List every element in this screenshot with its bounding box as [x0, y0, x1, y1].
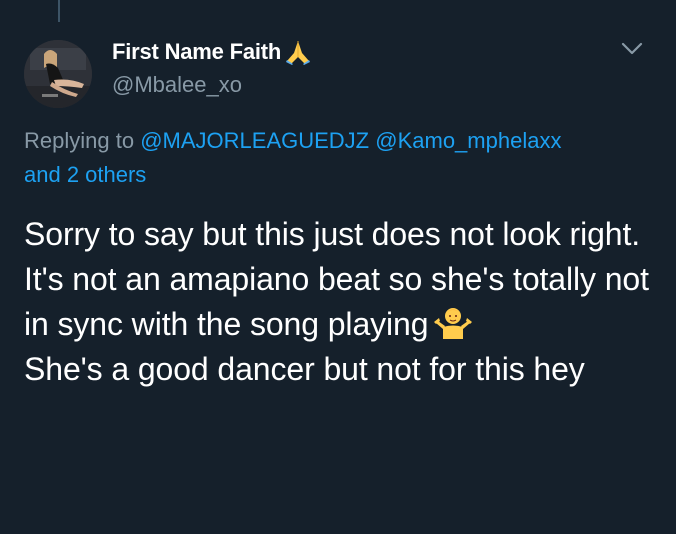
- person-shrugging-icon: [434, 305, 473, 341]
- thread-connector-line: [58, 0, 60, 22]
- tweet-text-paragraph-1: Sorry to say but this just does not look…: [24, 212, 664, 347]
- mention-link-majorleaguedjz[interactable]: @MAJORLEAGUEDJZ: [140, 128, 369, 153]
- avatar[interactable]: [24, 40, 92, 108]
- replying-to-line: Replying to @MAJORLEAGUEDJZ @Kamo_mphela…: [24, 124, 664, 192]
- tweet-text: Sorry to say but this just does not look…: [24, 212, 664, 392]
- user-handle[interactable]: @Mbalee_xo: [112, 72, 242, 98]
- mention-link-kamo-mphelaxx[interactable]: @Kamo_mphelaxx: [375, 128, 561, 153]
- folded-hands-icon: [283, 37, 313, 67]
- chevron-down-icon[interactable]: [620, 38, 644, 58]
- tweet-text-paragraph-2: She's a good dancer but not for this hey: [24, 351, 585, 387]
- display-name[interactable]: First Name Faith: [112, 39, 281, 65]
- avatar-image: [24, 40, 92, 108]
- display-name-row: First Name Faith: [112, 36, 313, 68]
- and-others-link[interactable]: and 2 others: [24, 162, 146, 187]
- replying-prefix: Replying to: [24, 128, 135, 153]
- tweet-text-line-1: Sorry to say but this just does not look…: [24, 216, 649, 342]
